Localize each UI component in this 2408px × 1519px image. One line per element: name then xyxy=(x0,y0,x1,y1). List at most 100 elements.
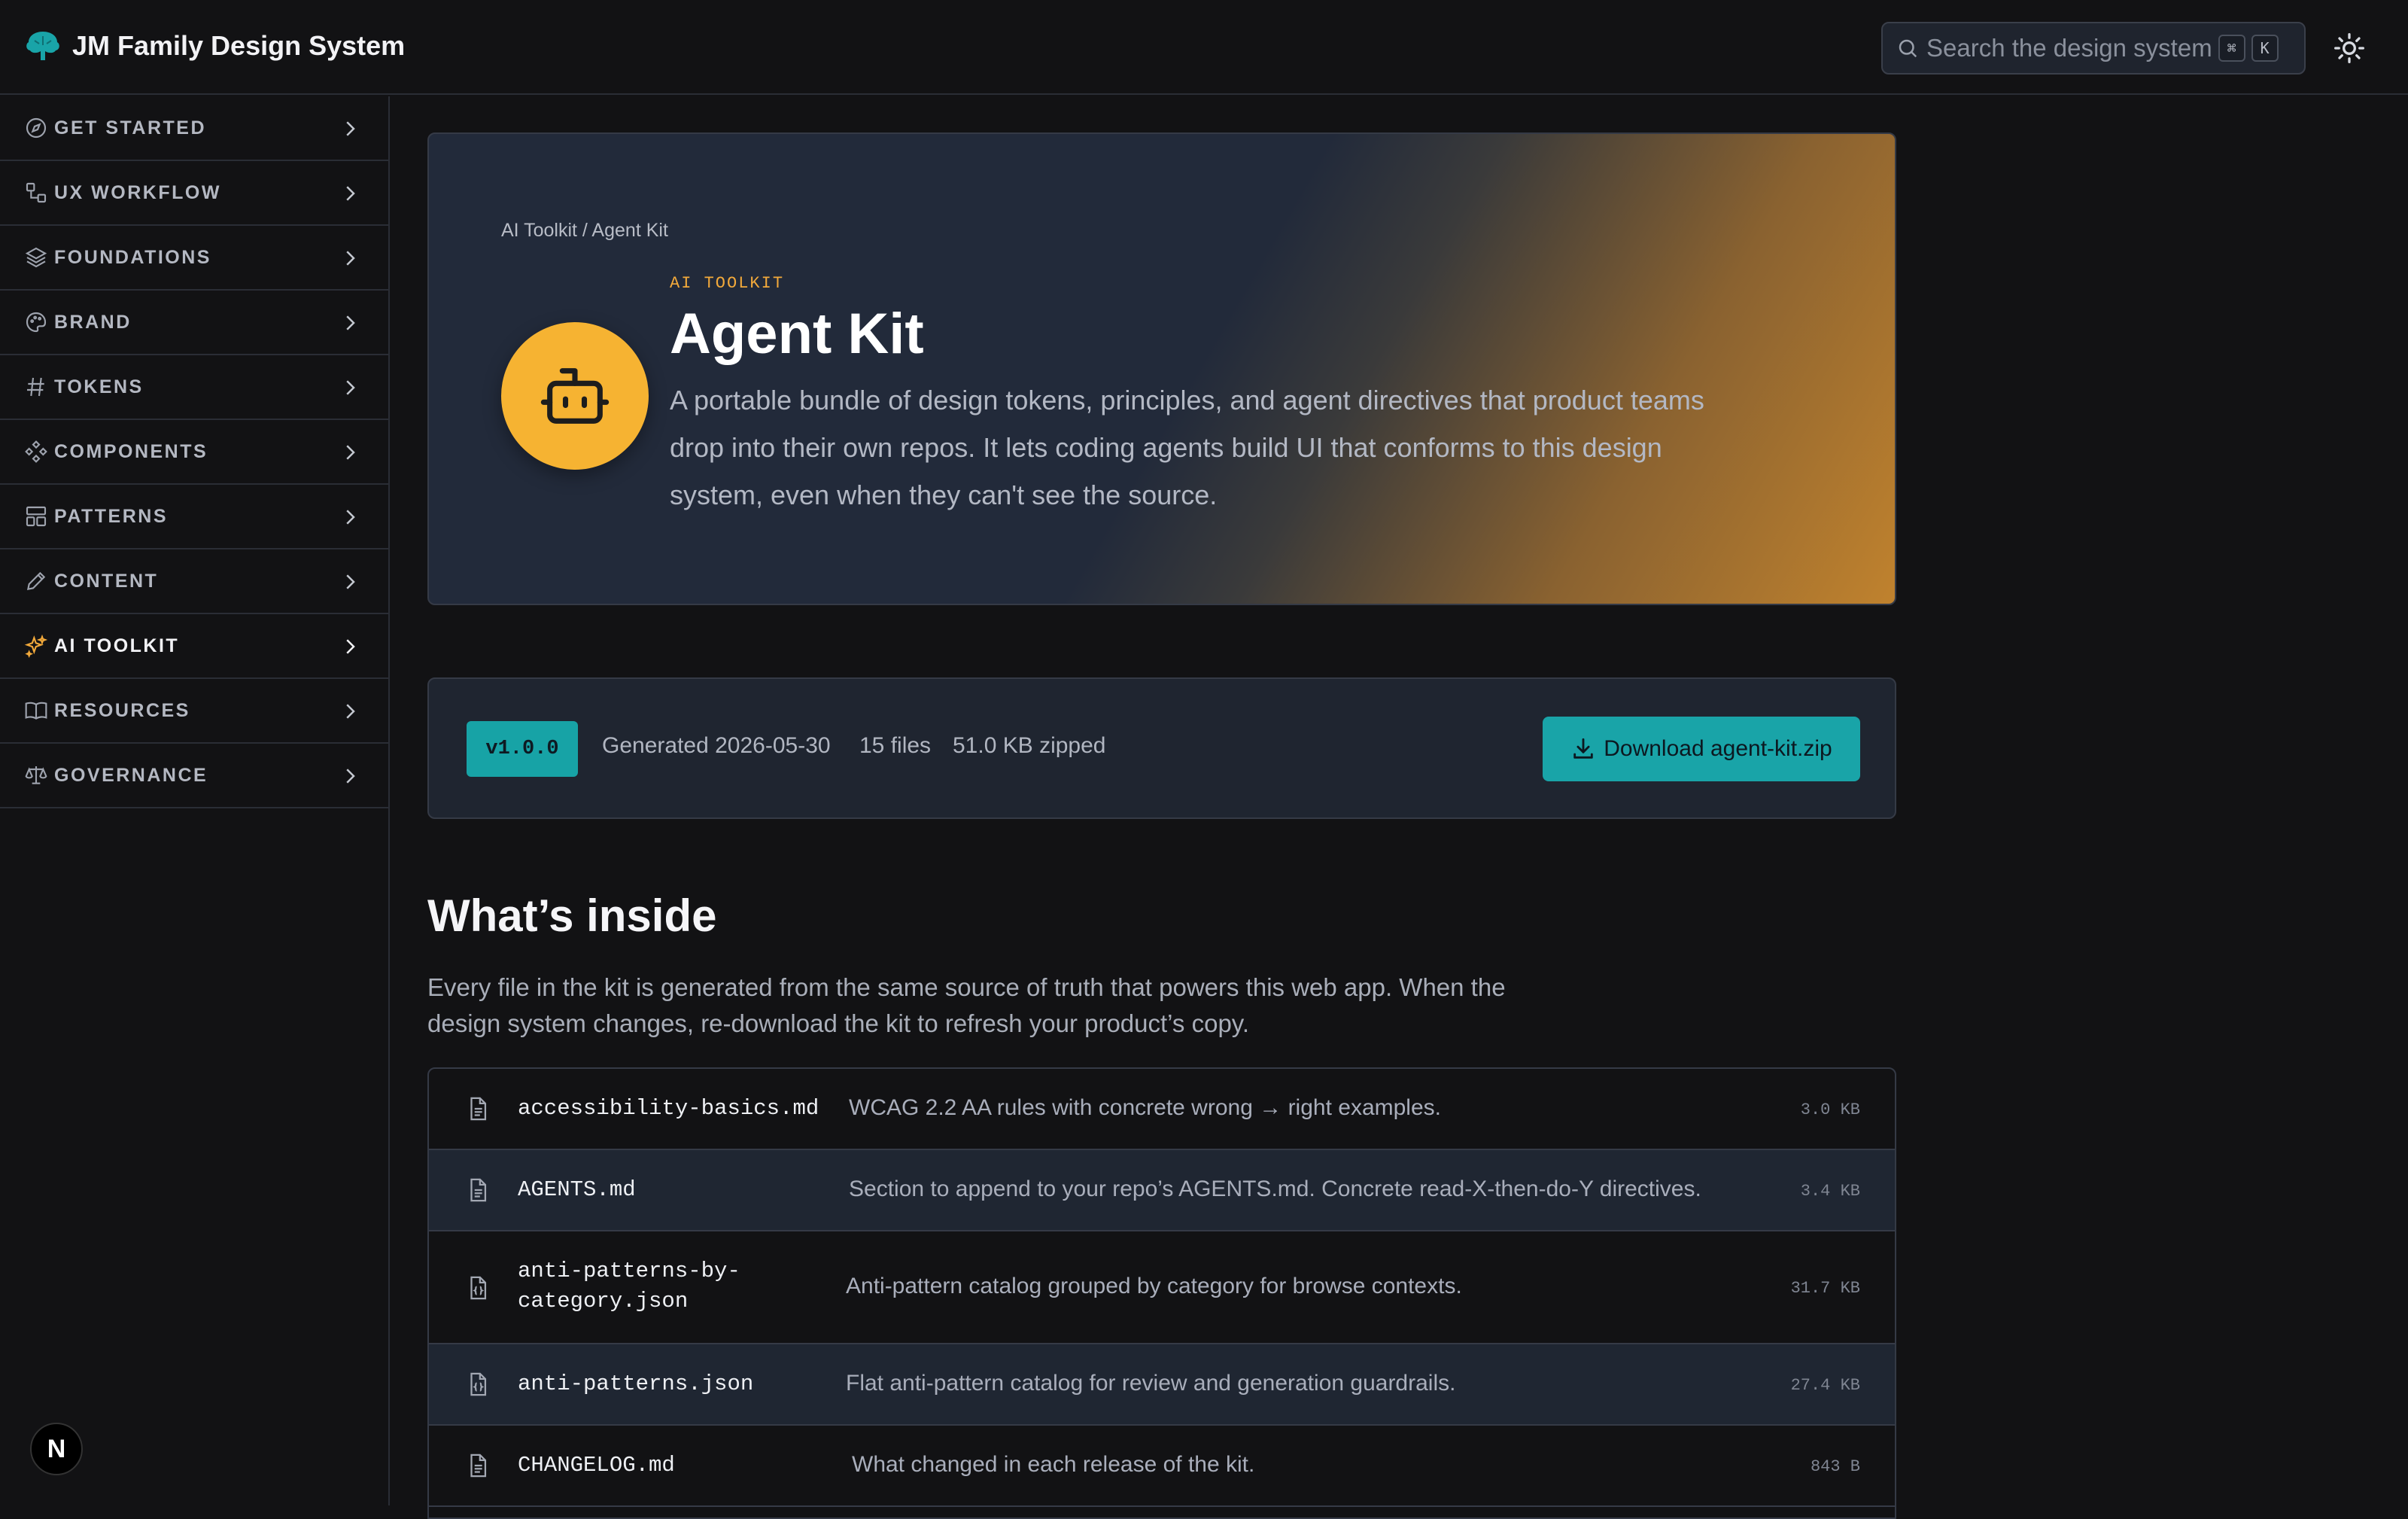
zip-size: 51.0 KB zipped xyxy=(953,733,1106,758)
section-title: What’s inside xyxy=(427,890,717,941)
file-description: WCAG 2.2 AA rules with concrete wrong → … xyxy=(849,1095,1441,1120)
chevron-right-icon xyxy=(346,251,355,266)
command-key: ⌘ xyxy=(2218,35,2245,62)
file-name: accessibility-basics.md xyxy=(518,1096,819,1121)
file-text-icon xyxy=(470,1097,487,1121)
file-name-line-1: anti-patterns-by- xyxy=(518,1259,740,1283)
file-text-icon xyxy=(470,1178,487,1202)
kit-meta-bar: v1.0.0 Generated 2026-05-30 15 files 51.… xyxy=(427,677,1896,819)
chevron-right-icon xyxy=(346,574,355,589)
sidebar-item-ai-toolkit[interactable]: AI TOOLKIT xyxy=(0,614,388,679)
sidebar-item-label: GOVERNANCE xyxy=(54,764,208,786)
page-title: Agent Kit xyxy=(670,302,924,366)
file-description: Section to append to your repo’s AGENTS.… xyxy=(849,1177,1701,1201)
workflow-icon xyxy=(26,182,47,203)
file-size: 843 B xyxy=(1810,1457,1860,1476)
file-description: What changed in each release of the kit. xyxy=(852,1452,1255,1477)
version-badge: v1.0.0 xyxy=(467,721,578,777)
hash-icon xyxy=(27,377,44,397)
file-list: accessibility-basics.md WCAG 2.2 AA rule… xyxy=(427,1067,1896,1519)
components-icon xyxy=(25,440,47,463)
layers-icon xyxy=(25,247,47,268)
sidebar-item-ux-workflow[interactable]: UX WORKFLOW xyxy=(0,161,388,226)
chevron-right-icon xyxy=(346,769,355,784)
book-icon xyxy=(25,702,47,720)
sidebar-item-label: PATTERNS xyxy=(54,505,169,527)
file-count: 15 files xyxy=(859,733,932,758)
sidebar-item-tokens[interactable]: TOKENS xyxy=(0,355,388,420)
file-description: Anti-pattern catalog grouped by category… xyxy=(846,1274,1462,1298)
file-size: 3.0 KB xyxy=(1800,1100,1860,1119)
chevron-right-icon xyxy=(346,121,355,136)
file-row[interactable]: AGENTS.md Section to append to your repo… xyxy=(429,1150,1895,1231)
chevron-right-icon xyxy=(346,445,355,460)
sidebar-item-label: GET STARTED xyxy=(54,117,207,139)
scale-icon xyxy=(25,766,47,784)
layout-icon xyxy=(26,506,47,527)
chevron-right-icon xyxy=(346,186,355,201)
chevron-right-icon xyxy=(346,639,355,654)
sidebar-item-brand[interactable]: BRAND xyxy=(0,291,388,355)
search-input[interactable]: Search the design system ⌘ K xyxy=(1881,22,2306,75)
hero-card: AI Toolkit / Agent Kit AI TOOLKIT Agent … xyxy=(427,132,1896,605)
file-name: anti-patterns.json xyxy=(518,1371,754,1396)
file-row[interactable]: anti-patterns-by- category.json Anti-pat… xyxy=(429,1231,1895,1344)
chevron-right-icon xyxy=(346,380,355,395)
section-description: Every file in the kit is generated from … xyxy=(427,973,1506,1037)
compass-icon xyxy=(26,117,47,139)
download-label: Download agent-kit.zip xyxy=(1604,736,1832,761)
brand-name: JM Family Design System xyxy=(72,30,406,61)
search-icon xyxy=(1899,39,1917,58)
pen-icon xyxy=(26,571,46,591)
file-json-icon xyxy=(470,1276,487,1300)
file-row[interactable]: CHANGELOG.md What changed in each releas… xyxy=(429,1426,1895,1507)
sidebar-item-patterns[interactable]: PATTERNS xyxy=(0,485,388,549)
sidebar-item-label: RESOURCES xyxy=(54,699,190,721)
search-placeholder: Search the design system xyxy=(1926,34,2212,62)
dev-badge[interactable]: N xyxy=(30,1423,83,1475)
file-size: 3.4 KB xyxy=(1800,1182,1860,1201)
sidebar-item-label: AI TOOLKIT xyxy=(54,635,180,656)
file-json-icon xyxy=(470,1372,487,1396)
chevron-right-icon xyxy=(346,704,355,719)
sidebar-item-governance[interactable]: GOVERNANCE xyxy=(0,744,388,808)
file-row[interactable]: anti-patterns.json Flat anti-pattern cat… xyxy=(429,1344,1895,1426)
file-size: 31.7 KB xyxy=(1790,1279,1860,1298)
sidebar-item-label: TOKENS xyxy=(54,376,144,397)
robot-icon xyxy=(540,368,610,424)
sidebar-item-label: BRAND xyxy=(54,311,132,333)
chevron-right-icon xyxy=(346,510,355,525)
sidebar-item-label: UX WORKFLOW xyxy=(54,181,221,203)
sidebar-item-resources[interactable]: RESOURCES xyxy=(0,679,388,744)
file-name: CHANGELOG.md xyxy=(518,1453,675,1478)
sparkles-icon xyxy=(24,634,48,658)
sidebar-item-foundations[interactable]: FOUNDATIONS xyxy=(0,226,388,291)
page-description: A portable bundle of design tokens, prin… xyxy=(670,385,1704,510)
sidebar-item-content[interactable]: CONTENT xyxy=(0,549,388,614)
file-text-icon xyxy=(470,1454,487,1478)
sidebar-item-components[interactable]: COMPONENTS xyxy=(0,420,388,485)
robot-avatar xyxy=(501,322,649,470)
sidebar-item-label: FOUNDATIONS xyxy=(54,246,211,268)
sun-icon[interactable] xyxy=(2333,32,2366,65)
eyebrow-label: AI TOOLKIT xyxy=(670,274,785,293)
breadcrumb[interactable]: AI Toolkit / Agent Kit xyxy=(501,220,668,242)
sidebar-item-get-started[interactable]: GET STARTED xyxy=(0,96,388,161)
k-key: K xyxy=(2251,35,2279,62)
sidebar-item-label: COMPONENTS xyxy=(54,440,208,462)
file-row[interactable]: accessibility-basics.md WCAG 2.2 AA rule… xyxy=(429,1069,1895,1150)
tree-logo-icon xyxy=(26,32,59,60)
file-name: AGENTS.md xyxy=(518,1177,636,1202)
sidebar-item-label: CONTENT xyxy=(54,570,159,592)
top-bar: JM Family Design System Search the desig… xyxy=(0,0,2408,95)
palette-icon xyxy=(26,312,47,333)
brand[interactable]: JM Family Design System xyxy=(24,27,405,65)
file-name-line-2: category.json xyxy=(518,1289,689,1314)
download-icon xyxy=(1573,738,1593,759)
file-size: 27.4 KB xyxy=(1790,1376,1860,1395)
chevron-right-icon xyxy=(346,315,355,330)
file-description: Flat anti-pattern catalog for review and… xyxy=(846,1371,1456,1396)
download-button[interactable]: Download agent-kit.zip xyxy=(1543,717,1860,781)
sidebar: GET STARTED UX WORKFLOW FOUNDATIONS BRAN… xyxy=(0,96,390,1505)
generated-date: Generated 2026-05-30 xyxy=(602,733,831,758)
